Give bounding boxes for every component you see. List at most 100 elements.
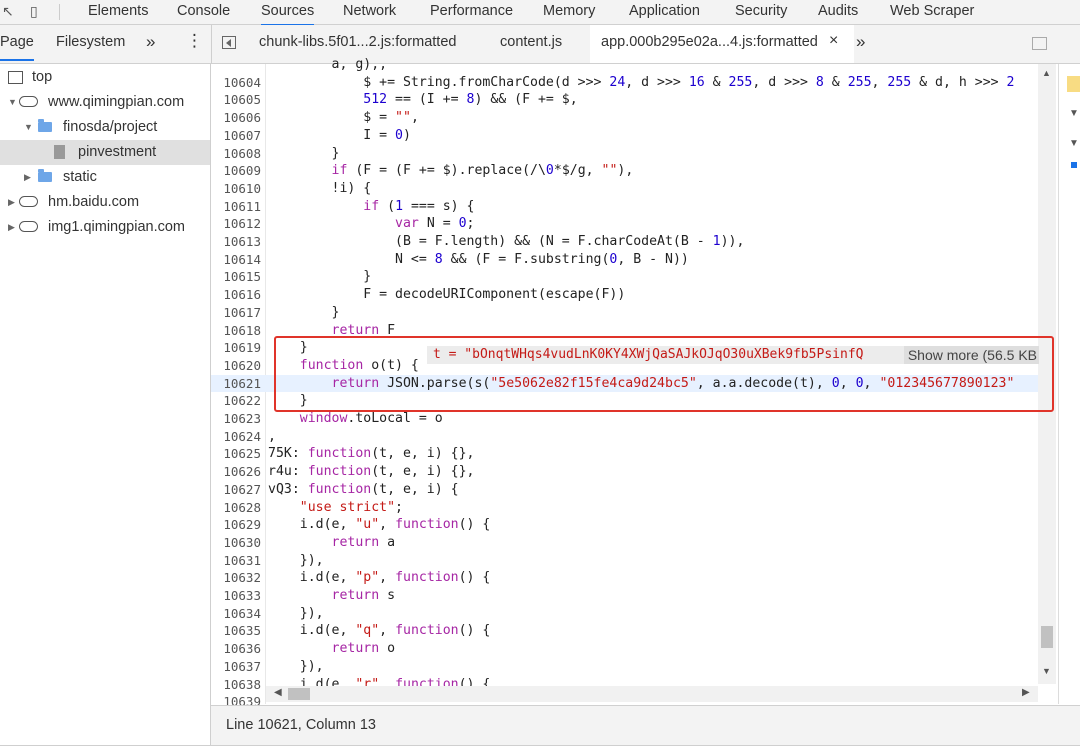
- line-number[interactable]: 10634: [211, 605, 261, 623]
- line-number[interactable]: 10625: [211, 445, 261, 463]
- tree-item[interactable]: ▼ www.qimingpian.com: [0, 90, 210, 115]
- code-line[interactable]: 10624,: [211, 428, 1041, 446]
- code-line[interactable]: 10625 75K: function(t, e, i) {},: [211, 445, 1041, 463]
- tree-item[interactable]: ▶ hm.baidu.com: [0, 190, 210, 215]
- code-line[interactable]: 10612 var N = 0;: [211, 215, 1041, 233]
- scroll-right-icon[interactable]: ▶: [1022, 687, 1030, 698]
- line-number[interactable]: 10627: [211, 481, 261, 499]
- line-number[interactable]: 10620: [211, 357, 261, 375]
- code-line[interactable]: 10626 r4u: function(t, e, i) {},: [211, 463, 1041, 481]
- code-line[interactable]: 10627 vQ3: function(t, e, i) {: [211, 481, 1041, 499]
- code-line[interactable]: 10630 return a: [211, 534, 1041, 552]
- line-number[interactable]: 10628: [211, 499, 261, 517]
- editor-tab-app-js[interactable]: app.000b295e02a...4.js:formatted: [601, 34, 818, 50]
- scroll-left-icon[interactable]: ◀: [274, 687, 282, 698]
- line-number[interactable]: 10630: [211, 534, 261, 552]
- expand-arrow-icon[interactable]: ▶: [24, 165, 34, 190]
- collapse-arrow-icon[interactable]: ▼: [8, 90, 18, 115]
- code-line[interactable]: 10636 return o: [211, 640, 1041, 658]
- code-line[interactable]: 10635 i.d(e, "q", function() {: [211, 622, 1041, 640]
- line-number[interactable]: 10606: [211, 109, 261, 127]
- line-number[interactable]: 10635: [211, 622, 261, 640]
- code-line[interactable]: 10632 i.d(e, "p", function() {: [211, 569, 1041, 587]
- line-number[interactable]: 10636: [211, 640, 261, 658]
- line-number[interactable]: 10631: [211, 552, 261, 570]
- close-tab-icon[interactable]: ×: [829, 32, 838, 50]
- code-line[interactable]: 10615 }: [211, 268, 1041, 286]
- line-number[interactable]: 10604: [211, 74, 261, 92]
- code-line[interactable]: 10605 512 == (I += 8) && (F += $,: [211, 91, 1041, 109]
- line-number[interactable]: 10618: [211, 322, 261, 340]
- tree-item[interactable]: ▶ static: [0, 165, 210, 190]
- line-number[interactable]: 10619: [211, 339, 261, 357]
- code-line[interactable]: 10610 !i) {: [211, 180, 1041, 198]
- expand-icon[interactable]: ▼: [1069, 138, 1079, 149]
- tree-item[interactable]: ▼ finosda/project: [0, 115, 210, 140]
- code-line[interactable]: 10606 $ = "",: [211, 109, 1041, 127]
- line-number[interactable]: 10633: [211, 587, 261, 605]
- code-line[interactable]: 10634 }),: [211, 605, 1041, 623]
- navigator-tab-page[interactable]: Page: [0, 34, 34, 50]
- code-line[interactable]: 10611 if (1 === s) {: [211, 198, 1041, 216]
- main-tab-sources[interactable]: Sources: [261, 0, 315, 26]
- vertical-scroll-thumb[interactable]: [1041, 626, 1053, 648]
- main-tab-network[interactable]: Network: [343, 0, 396, 24]
- device-toolbar-icon[interactable]: ▯: [30, 3, 38, 19]
- code-line[interactable]: 10628 "use strict";: [211, 499, 1041, 517]
- line-number[interactable]: 10605: [211, 91, 261, 109]
- line-number[interactable]: 10637: [211, 658, 261, 676]
- code-line[interactable]: 10637 }),: [211, 658, 1041, 676]
- navigator-menu-icon[interactable]: ⋮: [186, 31, 203, 51]
- code-line[interactable]: 10633 return s: [211, 587, 1041, 605]
- main-tab-console[interactable]: Console: [177, 0, 230, 24]
- collapse-arrow-icon[interactable]: ▼: [24, 115, 34, 140]
- line-number[interactable]: 10616: [211, 286, 261, 304]
- line-number[interactable]: 10626: [211, 463, 261, 481]
- code-line[interactable]: 10607 I = 0): [211, 127, 1041, 145]
- scroll-down-icon[interactable]: ▼: [1042, 666, 1051, 676]
- expand-arrow-icon[interactable]: ▶: [8, 190, 18, 215]
- line-number[interactable]: 10607: [211, 127, 261, 145]
- navigator-more-tabs-icon[interactable]: »: [146, 32, 155, 52]
- code-line[interactable]: 10617 }: [211, 304, 1041, 322]
- inspect-element-icon[interactable]: ↖: [2, 3, 14, 19]
- line-number[interactable]: 10638: [211, 676, 261, 694]
- line-number[interactable]: 10610: [211, 180, 261, 198]
- line-number[interactable]: 10608: [211, 145, 261, 163]
- line-number[interactable]: 10614: [211, 251, 261, 269]
- line-number[interactable]: 10617: [211, 304, 261, 322]
- line-number[interactable]: 10612: [211, 215, 261, 233]
- tree-item[interactable]: ▶ img1.qimingpian.com: [0, 215, 210, 240]
- code-line[interactable]: 10614 N <= 8 && (F = F.substring(0, B - …: [211, 251, 1041, 269]
- code-line[interactable]: a, g),,: [211, 56, 1041, 74]
- editor-horizontal-scrollbar[interactable]: ◀ ▶: [266, 686, 1038, 702]
- line-number[interactable]: 10623: [211, 410, 261, 428]
- expand-icon[interactable]: ▼: [1069, 108, 1079, 119]
- tree-item[interactable]: top: [0, 65, 210, 90]
- editor-tab-content-js[interactable]: content.js: [500, 34, 562, 50]
- line-number[interactable]: 10613: [211, 233, 261, 251]
- code-line[interactable]: 10609 if (F = (F += $).replace(/\0*$/g, …: [211, 162, 1041, 180]
- code-line[interactable]: 10604 $ += String.fromCharCode(d >>> 24,…: [211, 74, 1041, 92]
- line-number[interactable]: 10611: [211, 198, 261, 216]
- main-tab-web-scraper[interactable]: Web Scraper: [890, 0, 974, 24]
- line-number[interactable]: 10622: [211, 392, 261, 410]
- scroll-up-icon[interactable]: ▲: [1042, 68, 1051, 78]
- main-tab-security[interactable]: Security: [735, 0, 787, 24]
- line-number[interactable]: 10629: [211, 516, 261, 534]
- expand-arrow-icon[interactable]: ▶: [8, 215, 18, 240]
- editor-more-tabs-icon[interactable]: »: [856, 32, 865, 52]
- code-line[interactable]: 10613 (B = F.length) && (N = F.charCodeA…: [211, 233, 1041, 251]
- horizontal-scroll-thumb[interactable]: [288, 688, 310, 700]
- main-tab-memory[interactable]: Memory: [543, 0, 595, 24]
- line-number[interactable]: 10609: [211, 162, 261, 180]
- code-line[interactable]: 10629 i.d(e, "u", function() {: [211, 516, 1041, 534]
- main-tab-audits[interactable]: Audits: [818, 0, 858, 24]
- line-number[interactable]: 10624: [211, 428, 261, 446]
- main-tab-performance[interactable]: Performance: [430, 0, 513, 24]
- line-number[interactable]: 10615: [211, 268, 261, 286]
- line-number[interactable]: 10621: [211, 375, 261, 393]
- code-line[interactable]: 10623 window.toLocal = o: [211, 410, 1041, 428]
- line-number[interactable]: 10632: [211, 569, 261, 587]
- navigator-tab-filesystem[interactable]: Filesystem: [56, 34, 125, 50]
